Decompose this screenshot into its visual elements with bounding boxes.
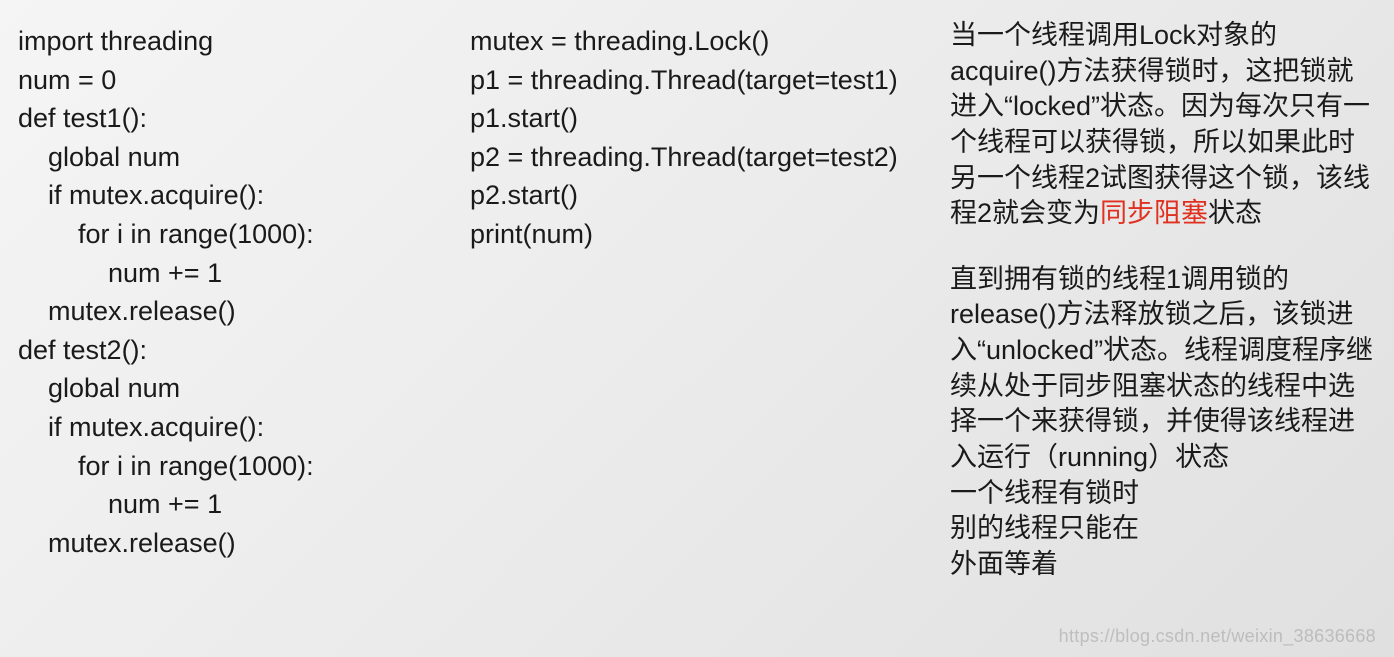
code-line: for i in range(1000): <box>18 451 314 481</box>
code-line: p2.start() <box>470 180 578 210</box>
code-line: import threading <box>18 26 213 56</box>
explanation-line: 一个线程有锁时 <box>950 476 1374 512</box>
explanation-paragraph-2: 直到拥有锁的线程1调用锁的release()方法释放锁之后，该锁进入“unloc… <box>950 262 1374 476</box>
watermark-text: https://blog.csdn.net/weixin_38636668 <box>1059 626 1376 647</box>
slide-container: import threading num = 0 def test1(): gl… <box>0 0 1394 657</box>
code-column-right: mutex = threading.Lock() p1 = threading.… <box>460 0 950 657</box>
explanation-line: 外面等着 <box>950 547 1374 583</box>
code-line: num = 0 <box>18 65 116 95</box>
code-line: mutex.release() <box>18 296 236 326</box>
code-block-test-functions: import threading num = 0 def test1(): gl… <box>18 22 460 563</box>
code-block-main: mutex = threading.Lock() p1 = threading.… <box>470 22 950 254</box>
paragraph-gap <box>950 232 1374 262</box>
highlight-text: 同步阻塞 <box>1100 198 1208 228</box>
text-segment: 当一个线程调用Lock对象的acquire()方法获得锁时，这把锁就进入“loc… <box>950 20 1370 228</box>
text-segment: 状态 <box>1208 198 1262 228</box>
code-line: if mutex.acquire(): <box>18 412 264 442</box>
code-line: def test2(): <box>18 335 147 365</box>
explanation-line: 别的线程只能在 <box>950 511 1374 547</box>
code-line: def test1(): <box>18 103 147 133</box>
code-column-left: import threading num = 0 def test1(): gl… <box>0 0 460 657</box>
code-line: print(num) <box>470 219 593 249</box>
explanation-paragraph-1: 当一个线程调用Lock对象的acquire()方法获得锁时，这把锁就进入“loc… <box>950 18 1374 232</box>
code-line: global num <box>18 373 180 403</box>
code-line: mutex = threading.Lock() <box>470 26 769 56</box>
code-line: p1.start() <box>470 103 578 133</box>
code-line: for i in range(1000): <box>18 219 314 249</box>
code-line: if mutex.acquire(): <box>18 180 264 210</box>
code-line: mutex.release() <box>18 528 236 558</box>
code-line: num += 1 <box>18 489 222 519</box>
code-line: p1 = threading.Thread(target=test1) <box>470 65 898 95</box>
code-line: global num <box>18 142 180 172</box>
code-line: p2 = threading.Thread(target=test2) <box>470 142 898 172</box>
explanation-column: 当一个线程调用Lock对象的acquire()方法获得锁时，这把锁就进入“loc… <box>950 0 1394 657</box>
code-line: num += 1 <box>18 258 222 288</box>
